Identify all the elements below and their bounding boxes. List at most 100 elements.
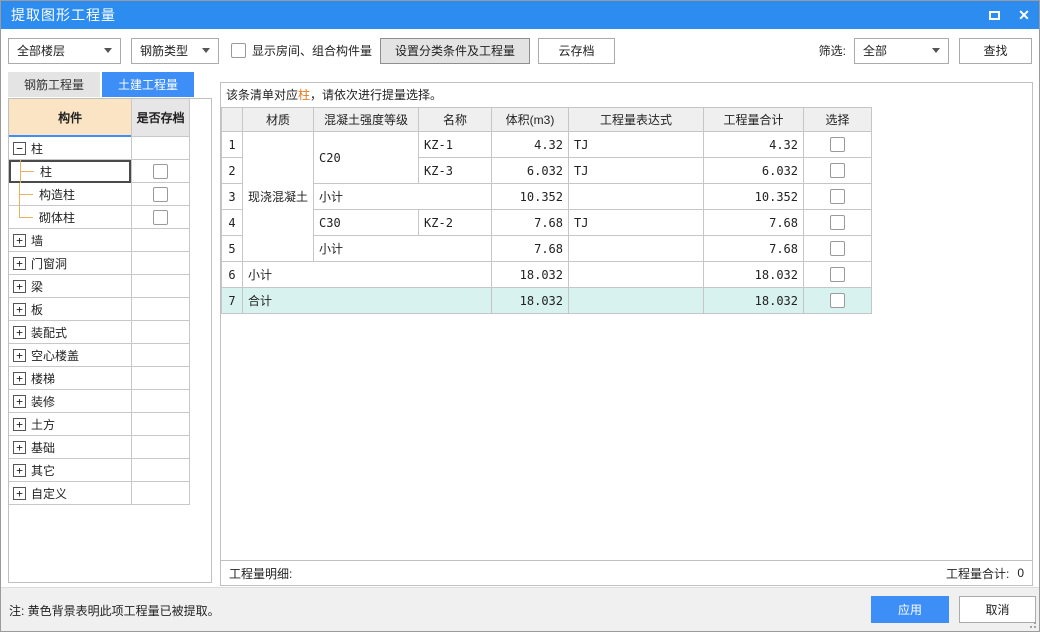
tree-row-11[interactable]: + 装修 [9,390,189,413]
tree-item-label-cell[interactable]: + 板 [9,298,132,321]
tree-header-component: 构件 [9,99,132,137]
tree-row-3[interactable]: 砌体柱 [9,205,189,229]
tree-row-13[interactable]: + 基础 [9,436,189,459]
collapse-icon[interactable]: − [13,141,26,155]
expand-icon[interactable]: + [13,440,26,454]
tree-item-label-cell[interactable]: − 柱 [9,137,132,160]
tree-archive-cell [131,160,189,183]
archive-checkbox[interactable] [153,163,169,179]
expand-icon[interactable]: + [13,348,26,362]
grand-total-label: 工程量合计: [945,566,1010,581]
component-tree: 构件 是否存档 − 柱柱构造柱 砌体柱 + 墙 + 门窗洞 + 梁 + 板 + 装配式 + 空心楼盖 + 楼梯 +… [9,99,190,505]
quantity-table: 材质 混凝土强度等级 名称 体积(m3) 工程量表达式 工程量合计 选择 1 现… [221,107,873,314]
tree-item-label-cell[interactable]: + 门窗洞 [9,252,132,275]
tree-item-label-cell[interactable]: + 装配式 [9,321,132,344]
row-select-checkbox[interactable] [830,137,846,152]
tree-item-label-cell[interactable]: 柱 [9,160,132,183]
tree-item-label-cell[interactable]: 砌体柱 [9,205,132,229]
tree-row-14[interactable]: + 其它 [9,459,189,482]
row-select-checkbox[interactable] [830,163,846,178]
tree-row-1[interactable]: 柱 [9,160,189,183]
tree-item-label-cell[interactable]: + 其它 [9,459,132,482]
tree-item-label-cell[interactable]: + 空心楼盖 [9,344,132,367]
tree-item-label-cell[interactable]: + 装修 [9,390,132,413]
quantity-footbar: 工程量明细: 工程量合计: 0 [221,560,1032,585]
tree-item-label: 墙 [31,233,44,248]
close-button[interactable]: ✕ [1009,1,1039,29]
instruction-message: 该条清单对应柱，请依次进行提量选择。 [226,88,443,102]
tree-item-label: 土方 [31,417,56,432]
window-title: 提取图形工程量 [11,7,116,23]
expand-icon[interactable]: + [13,371,26,385]
filter-select[interactable]: 全部 [854,37,949,64]
table-row-subtotal: 5 小计 7.68 7.68 [221,235,873,262]
expand-icon[interactable]: + [13,486,26,500]
cloud-archive-button[interactable]: 云存档 [538,37,616,64]
tree-row-4[interactable]: + 墙 [9,229,189,252]
tree-item-label-cell[interactable]: + 楼梯 [9,367,132,390]
col-volume: 体积(m3) [491,107,570,132]
cancel-button[interactable]: 取消 [959,596,1036,623]
tree-item-label: 构造柱 [39,187,76,202]
col-concrete-grade: 混凝土强度等级 [313,107,420,132]
expand-icon[interactable]: + [13,417,26,431]
maximize-button[interactable] [979,1,1009,29]
tree-header: 构件 是否存档 [9,99,189,137]
tree-item-label-cell[interactable]: + 墙 [9,229,132,252]
expand-icon[interactable]: + [13,279,26,293]
tree-item-label-cell[interactable]: 构造柱 [9,182,132,206]
tab-civil-quantities[interactable]: 土建工程量 [102,72,195,97]
floor-select[interactable]: 全部楼层 [8,37,121,64]
expand-icon[interactable]: + [13,256,26,270]
expand-icon[interactable]: + [13,233,26,247]
maximize-icon [988,10,1000,20]
setup-conditions-button[interactable]: 设置分类条件及工程量 [380,37,531,64]
row-select-checkbox[interactable] [830,215,846,230]
col-total: 工程量合计 [703,107,805,132]
expand-icon[interactable]: + [13,325,26,339]
rebar-type-select[interactable]: 钢筋类型 [131,37,219,64]
archive-checkbox[interactable] [153,209,169,225]
footer-note: 注: 黄色背景表明此项工程量已被提取。 [9,604,220,618]
tree-archive-cell [131,252,189,275]
expand-icon[interactable]: + [13,302,26,316]
tree-item-label: 板 [31,302,44,317]
tree-archive-cell [131,275,189,298]
tree-archive-cell [131,367,189,390]
tree-item-label: 门窗洞 [31,256,68,271]
tree-item-label-cell[interactable]: + 自定义 [9,482,132,505]
row-select-checkbox[interactable] [830,241,846,256]
tree-row-0[interactable]: − 柱 [9,137,189,160]
tree-row-2[interactable]: 构造柱 [9,182,189,206]
dialog-footer: 注: 黄色背景表明此项工程量已被提取。 应用 取消 [1,587,1039,631]
tree-row-8[interactable]: + 装配式 [9,321,189,344]
tree-row-5[interactable]: + 门窗洞 [9,252,189,275]
apply-button[interactable]: 应用 [871,596,949,623]
tree-archive-cell [131,459,189,482]
tab-rebar-quantities[interactable]: 钢筋工程量 [8,72,101,97]
tree-item-label-cell[interactable]: + 梁 [9,275,132,298]
tree-row-6[interactable]: + 梁 [9,275,189,298]
find-button[interactable]: 查找 [959,37,1032,64]
tree-row-7[interactable]: + 板 [9,298,189,321]
checkbox-icon[interactable] [231,43,246,58]
archive-checkbox[interactable] [153,186,169,202]
row-select-checkbox[interactable] [830,293,846,308]
tree-row-9[interactable]: + 空心楼盖 [9,344,189,367]
expand-icon[interactable]: + [13,463,26,477]
tree-branch-line-icon [19,205,35,229]
show-rooms-checkbox[interactable]: 显示房间、组合构件量 [231,42,372,59]
tree-item-label-cell[interactable]: + 土方 [9,413,132,436]
table-row: 4 C30 KZ-2 7.68 TJ 7.68 [221,209,873,236]
tree-row-10[interactable]: + 楼梯 [9,367,189,390]
quantity-panel: 该条清单对应柱，请依次进行提量选择。 材质 混凝土强度等级 名称 体积(m3) … [220,82,1033,586]
tree-item-label: 自定义 [31,486,68,501]
tree-row-15[interactable]: + 自定义 [9,482,189,505]
row-select-checkbox[interactable] [830,189,846,204]
material-cell: 现浇混凝土 [241,131,315,262]
tree-row-12[interactable]: + 土方 [9,413,189,436]
row-select-checkbox[interactable] [830,267,846,282]
expand-icon[interactable]: + [13,394,26,408]
tree-item-label-cell[interactable]: + 基础 [9,436,132,459]
tree-branch-line-icon [19,182,35,206]
